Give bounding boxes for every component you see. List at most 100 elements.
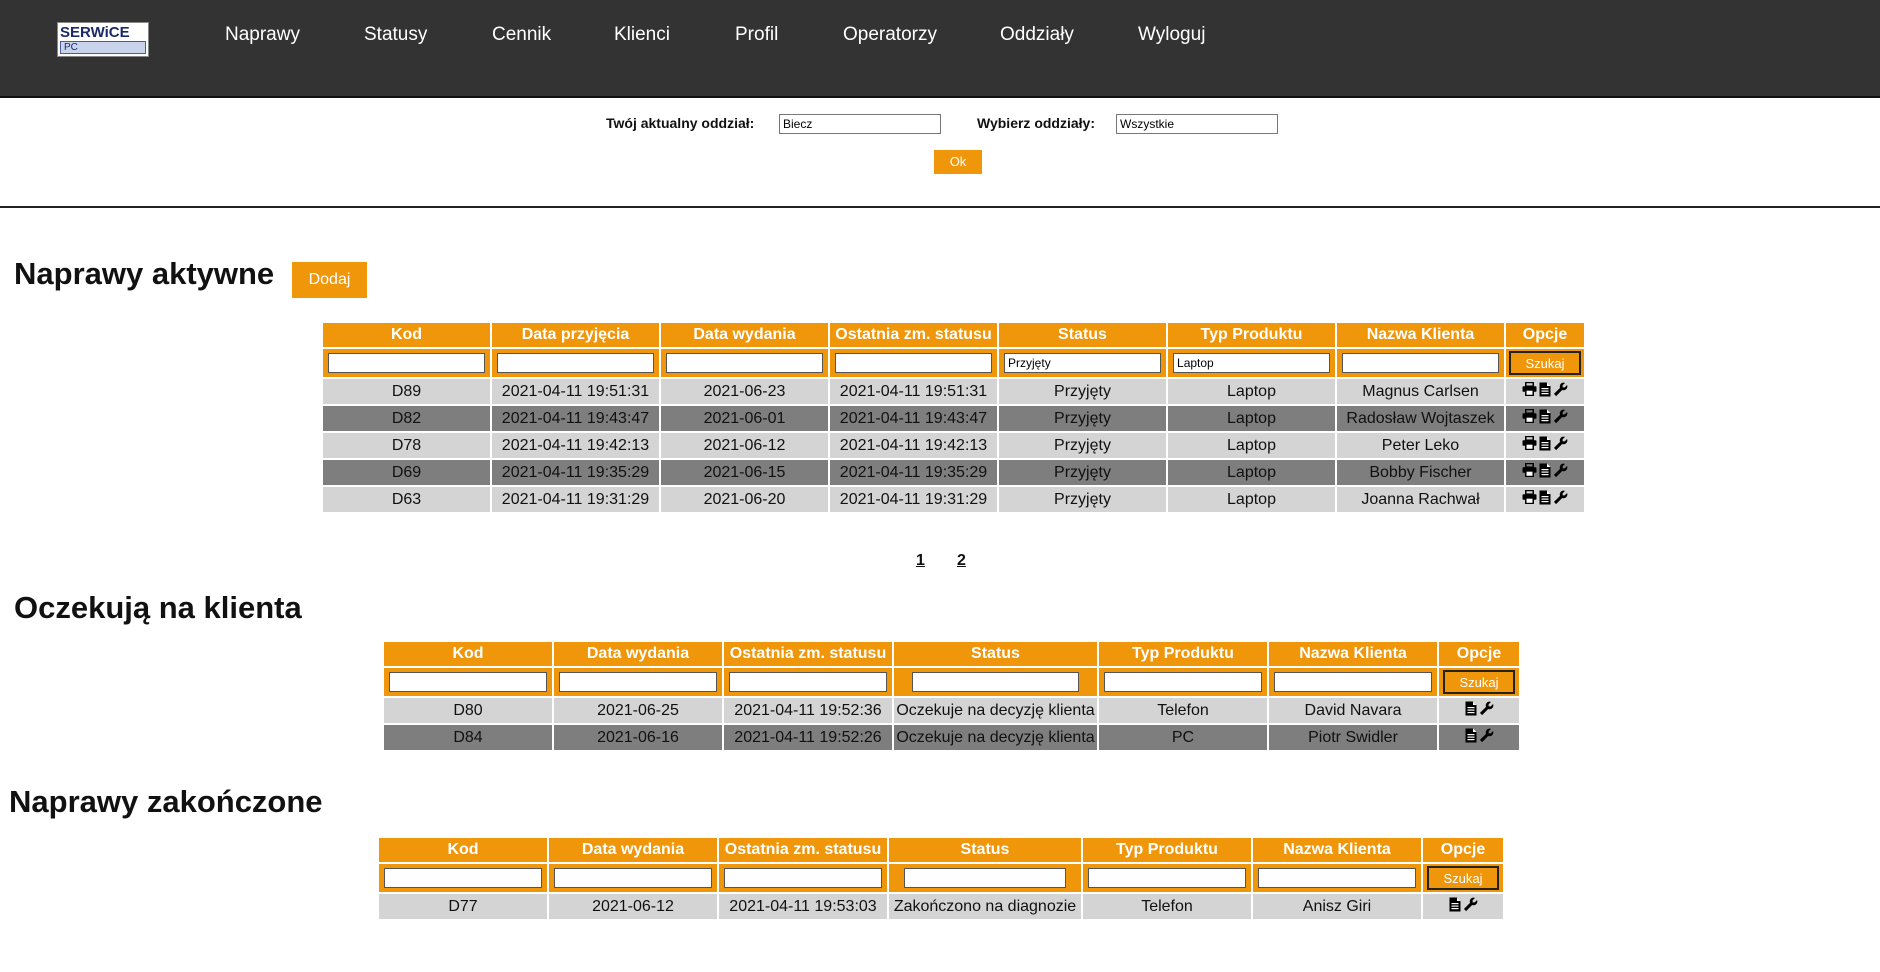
table-cell: 2021-04-11 19:31:29 <box>492 487 659 512</box>
column-header-nazwa-klienta[interactable]: Nazwa Klienta <box>1337 323 1504 347</box>
column-header-typ-produktu[interactable]: Typ Produktu <box>1083 838 1251 862</box>
document-icon[interactable] <box>1539 436 1551 456</box>
column-header-data-przyjecia[interactable]: Data przyjęcia <box>492 323 659 347</box>
table-cell: 2021-04-11 19:52:36 <box>724 698 892 723</box>
document-icon[interactable] <box>1539 490 1551 510</box>
column-header-ostatnia-zmiana[interactable]: Ostatnia zm. statusu <box>830 323 997 347</box>
filter-nazwa-klienta-input[interactable] <box>1342 353 1499 373</box>
logo-text: SERWiCE <box>60 24 130 41</box>
nav-klienci[interactable]: Klienci <box>614 24 670 46</box>
nav-operatorzy[interactable]: Operatorzy <box>843 24 937 46</box>
column-header-nazwa-klienta[interactable]: Nazwa Klienta <box>1253 838 1421 862</box>
ok-button[interactable]: Ok <box>934 150 982 174</box>
column-header-kod[interactable]: Kod <box>323 323 490 347</box>
document-icon[interactable] <box>1465 701 1477 721</box>
nav-wyloguj[interactable]: Wyloguj <box>1138 24 1205 46</box>
table-cell: 2021-04-11 19:42:13 <box>492 433 659 458</box>
nav-profil[interactable]: Profil <box>735 24 778 46</box>
document-icon[interactable] <box>1539 463 1551 483</box>
document-icon[interactable] <box>1539 409 1551 429</box>
table-cell: Przyjęty <box>999 379 1166 404</box>
search-button[interactable]: Szukaj <box>1427 866 1499 890</box>
filter-data-wydania-input[interactable] <box>559 672 717 692</box>
filter-typ-produktu-input[interactable] <box>1173 353 1330 373</box>
search-button[interactable]: Szukaj <box>1443 670 1515 694</box>
print-icon[interactable] <box>1522 408 1537 428</box>
filter-status-input[interactable] <box>912 672 1079 692</box>
wrench-icon[interactable] <box>1553 382 1568 402</box>
column-header-kod[interactable]: Kod <box>384 642 552 666</box>
wrench-icon[interactable] <box>1479 728 1494 748</box>
filter-status-input[interactable] <box>1004 353 1161 373</box>
filter-kod-input[interactable] <box>384 868 542 888</box>
filter-kod-input[interactable] <box>328 353 485 373</box>
table-header-row: Kod Data wydania Ostatnia zm. statusu St… <box>384 642 1519 666</box>
filter-nazwa-klienta-input[interactable] <box>1274 672 1432 692</box>
column-header-data-wydania[interactable]: Data wydania <box>661 323 828 347</box>
table-cell: Anisz Giri <box>1253 894 1421 919</box>
wrench-icon[interactable] <box>1479 701 1494 721</box>
print-icon[interactable] <box>1522 381 1537 401</box>
document-icon[interactable] <box>1539 382 1551 402</box>
wrench-icon[interactable] <box>1553 436 1568 456</box>
active-repairs-table: Kod Data przyjęcia Data wydania Ostatnia… <box>321 321 1586 514</box>
print-icon[interactable] <box>1522 435 1537 455</box>
column-header-status[interactable]: Status <box>999 323 1166 347</box>
filter-ostatnia-zmiana-input[interactable] <box>729 672 887 692</box>
table-row[interactable]: D80 2021-06-25 2021-04-11 19:52:36 Oczekuje… <box>384 698 1519 723</box>
filter-typ-produktu-input[interactable] <box>1104 672 1262 692</box>
filter-ostatnia-zmiana-input[interactable] <box>724 868 882 888</box>
nav-oddzialy[interactable]: Oddziały <box>1000 24 1074 46</box>
table-row[interactable]: D89 2021-04-11 19:51:31 2021-06-23 2021-04-… <box>323 379 1584 404</box>
filter-typ-produktu-input[interactable] <box>1088 868 1246 888</box>
wrench-icon[interactable] <box>1553 490 1568 510</box>
add-repair-button[interactable]: Dodaj <box>292 262 367 298</box>
filter-nazwa-klienta-input[interactable] <box>1258 868 1416 888</box>
document-icon[interactable] <box>1449 897 1461 917</box>
print-icon[interactable] <box>1522 462 1537 482</box>
row-options <box>1506 460 1584 485</box>
column-header-data-wydania[interactable]: Data wydania <box>554 642 722 666</box>
table-row[interactable]: D82 2021-04-11 19:43:47 2021-06-01 2021-04-… <box>323 406 1584 431</box>
column-header-status[interactable]: Status <box>894 642 1097 666</box>
select-branch-field[interactable] <box>1116 114 1278 134</box>
wrench-icon[interactable] <box>1463 897 1478 917</box>
wrench-icon[interactable] <box>1553 409 1568 429</box>
column-header-nazwa-klienta[interactable]: Nazwa Klienta <box>1269 642 1437 666</box>
nav-cennik[interactable]: Cennik <box>492 24 551 46</box>
column-header-typ-produktu[interactable]: Typ Produktu <box>1099 642 1267 666</box>
column-header-kod[interactable]: Kod <box>379 838 547 862</box>
table-cell: Laptop <box>1168 433 1335 458</box>
column-header-status[interactable]: Status <box>889 838 1081 862</box>
table-row[interactable]: D84 2021-06-16 2021-04-11 19:52:26 Oczekuje… <box>384 725 1519 750</box>
column-header-typ-produktu[interactable]: Typ Produktu <box>1168 323 1335 347</box>
print-icon[interactable] <box>1522 489 1537 509</box>
filter-ostatnia-zmiana-input[interactable] <box>835 353 992 373</box>
filter-data-wydania-input[interactable] <box>554 868 712 888</box>
column-header-data-wydania[interactable]: Data wydania <box>549 838 717 862</box>
nav-naprawy[interactable]: Naprawy <box>225 24 300 46</box>
document-icon[interactable] <box>1465 728 1477 748</box>
table-row[interactable]: D69 2021-04-11 19:35:29 2021-06-15 2021-04-… <box>323 460 1584 485</box>
filter-data-przyjecia-input[interactable] <box>497 353 654 373</box>
table-row[interactable]: D78 2021-04-11 19:42:13 2021-06-12 2021-04-… <box>323 433 1584 458</box>
column-header-ostatnia-zmiana[interactable]: Ostatnia zm. statusu <box>724 642 892 666</box>
table-cell: Bobby Fischer <box>1337 460 1504 485</box>
table-row[interactable]: D63 2021-04-11 19:31:29 2021-06-20 2021-04-… <box>323 487 1584 512</box>
logo-subtext: PC <box>60 41 146 54</box>
table-cell: David Navara <box>1269 698 1437 723</box>
current-branch-field[interactable] <box>779 114 941 134</box>
filter-kod-input[interactable] <box>389 672 547 692</box>
app-logo[interactable]: SERWiCE PC <box>57 22 149 57</box>
nav-statusy[interactable]: Statusy <box>364 24 427 46</box>
table-cell: 2021-06-23 <box>661 379 828 404</box>
filter-status-input[interactable] <box>904 868 1066 888</box>
filter-data-wydania-input[interactable] <box>666 353 823 373</box>
column-header-ostatnia-zmiana[interactable]: Ostatnia zm. statusu <box>719 838 887 862</box>
pagination-page-1[interactable]: 1 <box>916 552 925 570</box>
table-cell: Laptop <box>1168 379 1335 404</box>
pagination-page-2[interactable]: 2 <box>957 552 966 570</box>
table-row[interactable]: D77 2021-06-12 2021-04-11 19:53:03 Zakończo… <box>379 894 1503 919</box>
wrench-icon[interactable] <box>1553 463 1568 483</box>
search-button[interactable]: Szukaj <box>1509 351 1581 375</box>
